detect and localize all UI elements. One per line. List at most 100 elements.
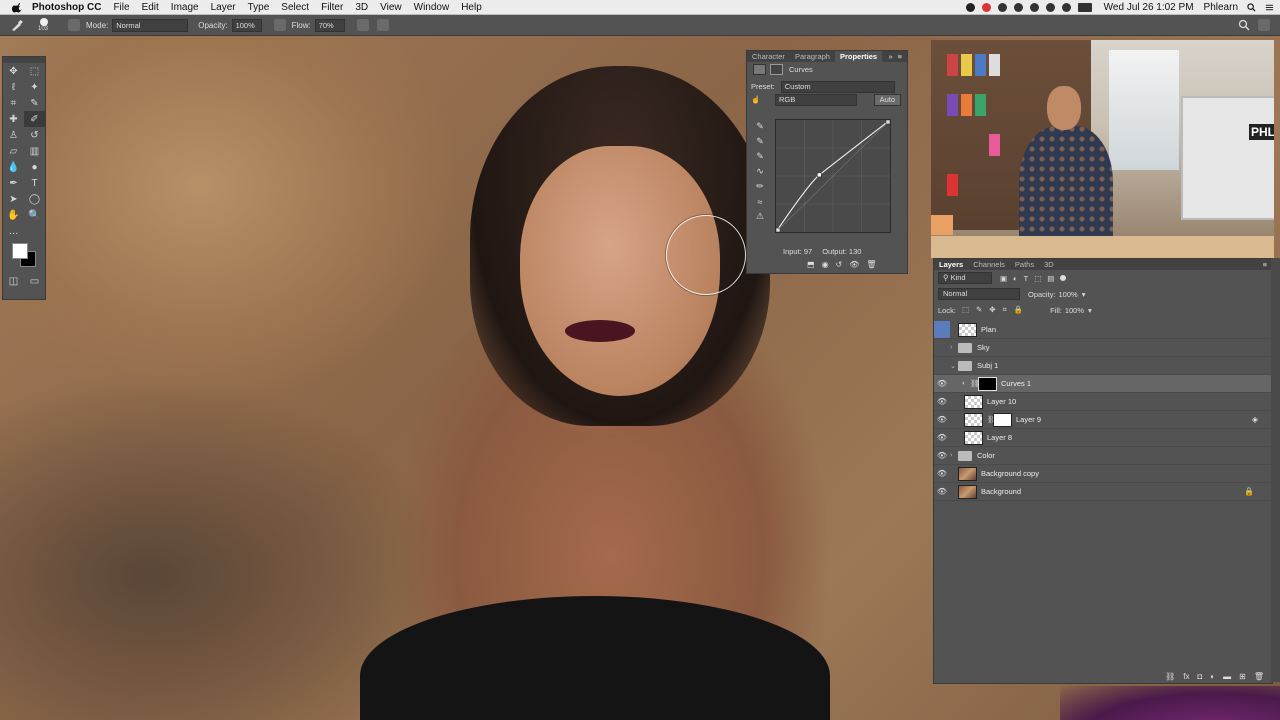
delete-adjustment-icon[interactable]: 🗑 — [866, 260, 876, 269]
mask-icon[interactable] — [770, 63, 783, 75]
menu-filter[interactable]: Filter — [321, 2, 343, 13]
menu-view[interactable]: View — [380, 2, 402, 13]
menu-3d[interactable]: 3D — [355, 2, 368, 13]
tab-layers[interactable]: Layers — [934, 260, 968, 269]
notification-center-icon[interactable] — [1265, 3, 1274, 12]
new-layer-icon[interactable]: ⊞ — [1239, 672, 1246, 681]
menu-image[interactable]: Image — [171, 2, 199, 13]
clip-to-layer-icon[interactable]: ⬒ — [807, 260, 815, 269]
layer-name[interactable]: Layer 8 — [987, 433, 1012, 442]
spotlight-search-icon[interactable] — [1247, 2, 1256, 12]
eyedropper-tool-icon[interactable]: ✎ — [24, 95, 45, 111]
visibility-toggle[interactable]: 👁 — [934, 433, 950, 442]
screen-mode-icon[interactable]: ▭ — [24, 273, 45, 289]
layer-row-curves-1[interactable]: 👁 ◐ ⛓ Curves 1 — [934, 375, 1272, 393]
opacity-field[interactable]: 100% — [231, 18, 262, 32]
visibility-toggle[interactable]: 👁 — [934, 469, 950, 478]
link-layers-icon[interactable]: ⛓ — [1165, 672, 1175, 681]
layer-name[interactable]: Sky — [977, 343, 990, 352]
foreground-color-swatch[interactable] — [12, 243, 28, 259]
visibility-toggle[interactable]: 👁 — [934, 451, 950, 460]
auto-button[interactable]: Auto — [873, 93, 901, 106]
hand-tool-icon[interactable]: ✋ — [3, 207, 24, 223]
marquee-tool-icon[interactable]: ⬚ — [24, 63, 45, 79]
tab-properties[interactable]: Properties — [834, 51, 883, 62]
pen-tool-icon[interactable]: ✒ — [3, 175, 24, 191]
menubar-clock[interactable]: Wed Jul 26 1:02 PM — [1104, 2, 1194, 13]
layer-effects-icon[interactable]: ◈ — [1252, 415, 1258, 424]
menu-window[interactable]: Window — [414, 2, 450, 13]
panel-collapse-icon[interactable]: » — [888, 52, 892, 61]
new-adjustment-layer-icon[interactable]: ◐ — [1210, 672, 1215, 681]
layer-row-layer-9[interactable]: 👁 ⛓ Layer 9 ◈ — [934, 411, 1272, 429]
layer-name[interactable]: Background copy — [981, 469, 1039, 478]
filter-toggle-icon[interactable] — [1060, 275, 1067, 281]
clone-stamp-tool-icon[interactable]: ♙ — [3, 127, 24, 143]
lock-icon[interactable]: 🔒 — [1244, 487, 1254, 496]
menu-edit[interactable]: Edit — [142, 2, 159, 13]
gray-point-eyedropper-icon[interactable]: ✎ — [750, 134, 770, 149]
lasso-tool-icon[interactable]: ℓ — [3, 79, 24, 95]
layer-style-icon[interactable]: fx — [1183, 672, 1189, 681]
fill-field[interactable]: 100% — [1065, 306, 1084, 315]
view-previous-state-icon[interactable]: ◉ — [822, 260, 829, 269]
healing-brush-tool-icon[interactable]: ✚ — [3, 111, 24, 127]
white-point-eyedropper-icon[interactable]: ✎ — [750, 149, 770, 164]
fill-dropdown-icon[interactable]: ▾ — [1088, 306, 1092, 315]
layer-name[interactable]: Curves 1 — [1001, 379, 1031, 388]
lock-options-icons[interactable]: ⬚✎✥⌗🔒 — [962, 305, 1030, 315]
path-selection-tool-icon[interactable]: ➤ — [3, 191, 24, 207]
layer-row-color[interactable]: 👁 › Color — [934, 447, 1272, 465]
menubar-user[interactable]: Phlearn — [1204, 2, 1238, 13]
visibility-toggle[interactable] — [934, 321, 950, 338]
opacity-dropdown-icon[interactable]: ▾ — [1082, 290, 1086, 299]
pressure-opacity-button[interactable] — [273, 19, 286, 31]
blend-mode-select[interactable]: Normal — [938, 288, 1020, 300]
tab-channels[interactable]: Channels — [968, 260, 1010, 269]
mode-select[interactable]: Normal — [112, 18, 189, 32]
tab-paragraph[interactable]: Paragraph — [790, 52, 835, 61]
opacity-field[interactable]: 100% — [1059, 290, 1078, 299]
wifi-icon[interactable] — [1045, 2, 1055, 12]
volume-icon[interactable] — [1061, 2, 1071, 12]
layer-mask-thumbnail[interactable] — [993, 412, 1012, 427]
panel-menu-icon[interactable]: ≡ — [898, 52, 902, 61]
black-point-eyedropper-icon[interactable]: ✎ — [750, 119, 770, 134]
reset-adjustments-icon[interactable]: ↺ — [836, 260, 843, 269]
curve-control-point[interactable] — [885, 119, 891, 125]
brush-tool-icon[interactable]: ✐ — [24, 111, 45, 127]
airbrush-button[interactable] — [356, 19, 369, 31]
eraser-tool-icon[interactable]: ▱ — [3, 143, 24, 159]
battery-icon[interactable] — [1077, 2, 1092, 12]
group-collapse-icon[interactable]: ⌄ — [950, 362, 958, 370]
layer-name[interactable]: Layer 9 — [1016, 415, 1041, 424]
layer-name[interactable]: Color — [977, 451, 995, 460]
draw-curve-icon[interactable]: ✏ — [750, 179, 770, 194]
bluetooth-icon[interactable] — [1029, 2, 1039, 12]
history-brush-tool-icon[interactable]: ↺ — [24, 127, 45, 143]
blur-tool-icon[interactable]: 💧 — [3, 159, 24, 175]
layer-name[interactable]: Subj 1 — [977, 361, 998, 370]
toggle-visibility-icon[interactable]: 👁 — [849, 260, 859, 269]
group-expand-icon[interactable]: › — [950, 344, 958, 351]
channel-select[interactable]: RGB — [775, 93, 857, 106]
layer-row-layer-10[interactable]: 👁 Layer 10 — [934, 393, 1272, 411]
tab-3d[interactable]: 3D — [1039, 260, 1059, 269]
group-expand-icon[interactable]: › — [950, 452, 958, 459]
type-tool-icon[interactable]: T — [24, 175, 45, 191]
menu-select[interactable]: Select — [281, 2, 309, 13]
sync-icon[interactable] — [997, 2, 1007, 12]
zoom-tool-icon[interactable]: 🔍 — [24, 207, 45, 223]
brush-panel-toggle-button[interactable] — [68, 19, 80, 31]
layer-row-plan[interactable]: Plan — [934, 321, 1272, 339]
magic-wand-tool-icon[interactable]: ✦ — [24, 79, 45, 95]
creative-cloud-icon[interactable] — [981, 2, 991, 12]
curve-control-point[interactable] — [817, 172, 822, 178]
add-mask-icon[interactable]: ◘ — [1197, 672, 1202, 681]
menu-help[interactable]: Help — [461, 2, 482, 13]
visibility-toggle[interactable]: 👁 — [934, 487, 950, 496]
search-icon[interactable] — [1238, 19, 1250, 31]
tab-character[interactable]: Character — [747, 52, 790, 61]
input-value[interactable]: 97 — [804, 247, 812, 256]
layers-panel-menu-icon[interactable]: ≡ — [1263, 260, 1267, 269]
